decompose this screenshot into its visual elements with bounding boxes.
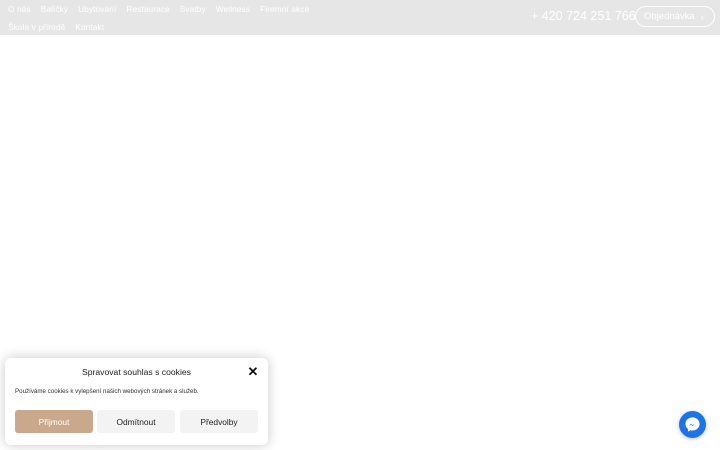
deny-cookies-button[interactable]: Odmítnout [97, 410, 175, 433]
nav-item-o-nas[interactable]: O nás [8, 4, 31, 14]
site-header: O nás Balíčky Ubytování Restaurace Svatb… [0, 0, 720, 35]
nav-item-kontakt[interactable]: Kontakt [75, 22, 104, 32]
nav-item-restaurace[interactable]: Restaurace [126, 4, 169, 14]
nav-row-2: Škola v přírodě Kontakt [8, 18, 528, 36]
cookie-dialog-text: Používáme cookies k vylepšení našich web… [15, 388, 199, 395]
cookie-dialog-title: Spravovat souhlas s cookies [82, 367, 191, 377]
messenger-icon [685, 417, 700, 432]
close-icon[interactable]: ✕ [247, 365, 259, 378]
accept-cookies-button[interactable]: Přijmout [15, 410, 93, 433]
nav-item-wellness[interactable]: Wellness [216, 4, 250, 14]
nav-item-ubytovani[interactable]: Ubytování [78, 4, 116, 14]
nav-item-balicky[interactable]: Balíčky [41, 4, 68, 14]
main-nav: O nás Balíčky Ubytování Restaurace Svatb… [8, 0, 528, 36]
nav-row-1: O nás Balíčky Ubytování Restaurace Svatb… [8, 0, 528, 18]
nav-item-svatby[interactable]: Svatby [180, 4, 206, 14]
chevron-right-icon: › [700, 11, 704, 22]
cookie-consent-dialog: Spravovat souhlas s cookies ✕ Používáme … [5, 358, 268, 445]
order-button[interactable]: Objednávka › [635, 6, 715, 27]
cookie-preferences-button[interactable]: Předvolby [180, 410, 258, 433]
order-button-label: Objednávka [644, 11, 695, 22]
phone-link[interactable]: + 420 724 251 766 [531, 9, 636, 23]
nav-item-skola-v-prirode[interactable]: Škola v přírodě [8, 22, 65, 32]
nav-item-firemni-akce[interactable]: Firemní akce [260, 4, 309, 14]
messenger-chat-button[interactable] [679, 411, 706, 438]
